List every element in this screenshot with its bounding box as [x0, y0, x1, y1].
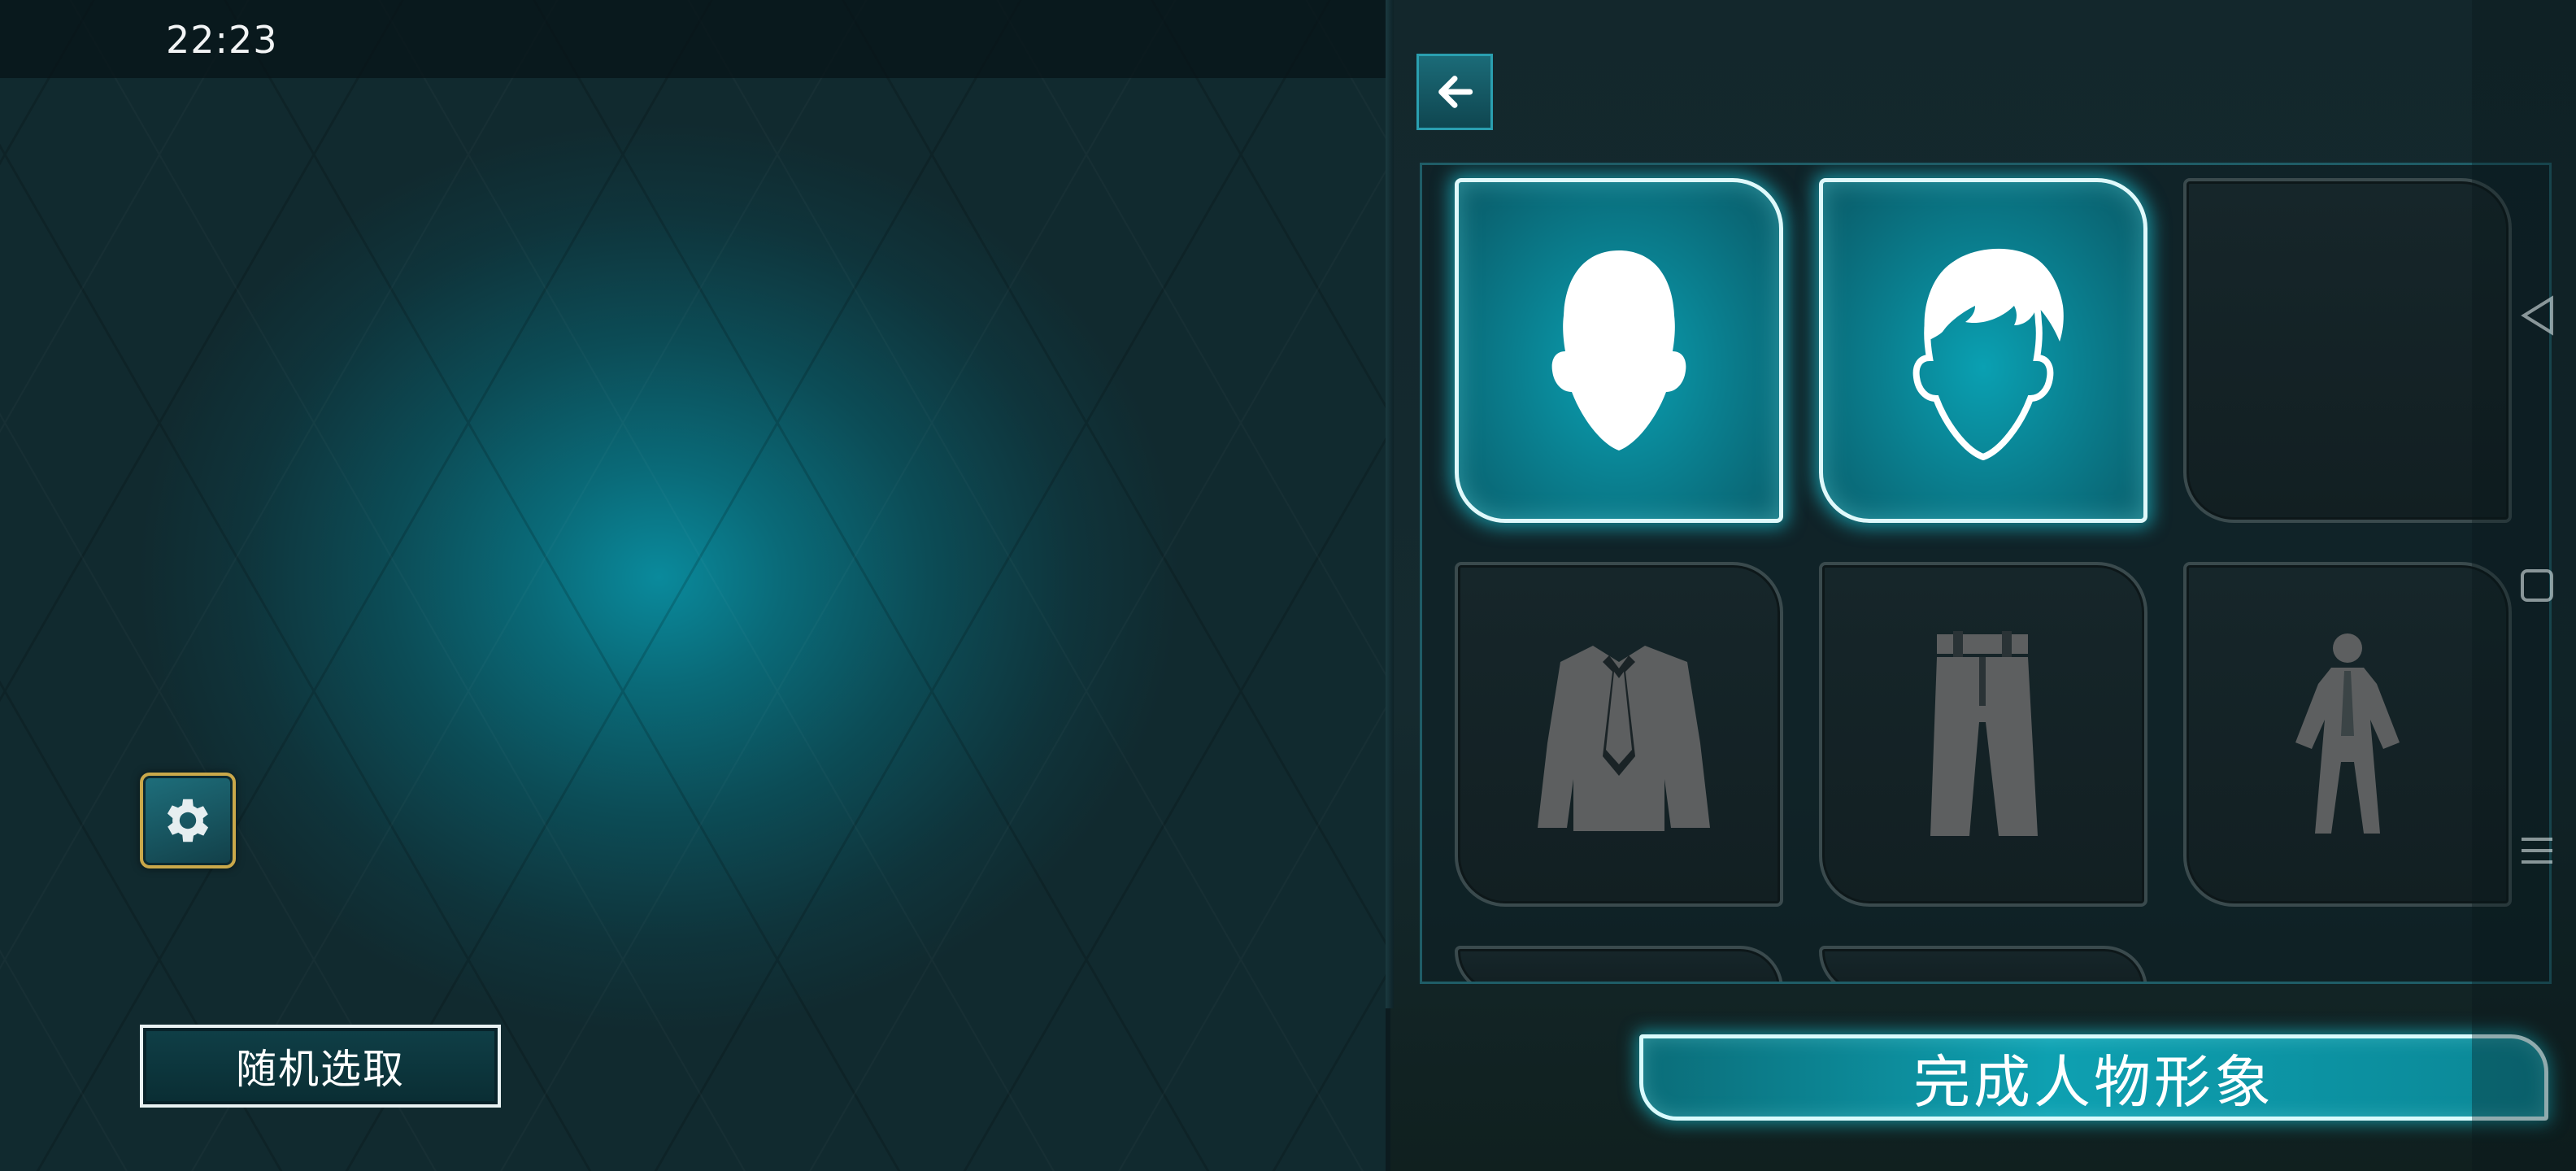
slot-hair[interactable]	[1819, 178, 2147, 523]
random-select-button[interactable]: 随机选取	[140, 1025, 501, 1108]
slot-row3-left[interactable]	[1455, 946, 1783, 982]
diamond-pattern-background	[0, 0, 1386, 1171]
nav-home-button[interactable]	[2513, 561, 2561, 610]
slot-row3-middle[interactable]	[1819, 946, 2147, 982]
home-square-icon	[2519, 568, 2555, 603]
hair-icon	[1894, 241, 2073, 460]
back-button[interactable]	[1416, 54, 1493, 130]
nav-menu-button[interactable]	[2513, 826, 2561, 875]
robe-icon	[2282, 629, 2413, 840]
slot-outer[interactable]	[2183, 562, 2512, 907]
slot-face[interactable]	[1455, 178, 1783, 523]
menu-lines-icon	[2518, 833, 2556, 868]
back-triangle-icon	[2519, 295, 2555, 336]
status-time: 22:23	[166, 18, 278, 62]
item-slot-grid[interactable]	[1420, 163, 2552, 984]
finish-character-button[interactable]: 完成人物形象	[1639, 1034, 2548, 1121]
character-preview-area[interactable]	[0, 0, 1386, 1171]
panel-divider	[1386, 0, 1394, 1008]
shirt-tie-icon	[1521, 633, 1717, 836]
nav-back-button[interactable]	[2513, 291, 2561, 340]
gear-icon	[159, 792, 216, 849]
trousers-icon	[1914, 625, 2052, 844]
slot-bottom[interactable]	[1819, 562, 2147, 907]
slot-empty[interactable]	[2183, 178, 2512, 523]
slot-top[interactable]	[1455, 562, 1783, 907]
face-icon	[1530, 241, 1708, 460]
settings-button[interactable]	[140, 773, 236, 868]
arrow-left-icon	[1432, 69, 1477, 115]
